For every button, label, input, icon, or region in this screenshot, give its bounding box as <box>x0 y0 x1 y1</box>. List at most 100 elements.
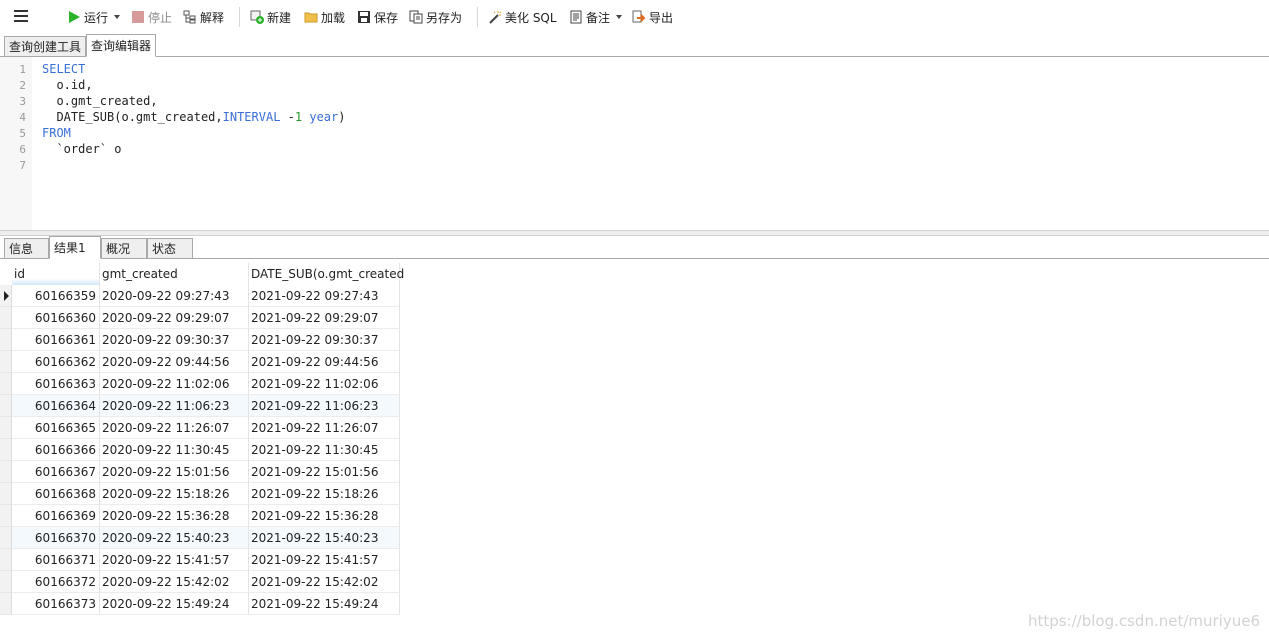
cell-gmt-created[interactable]: 2020-09-22 09:44:56 <box>100 351 249 373</box>
beautify-sql-button[interactable]: 美化 SQL <box>488 8 557 26</box>
row-header[interactable] <box>0 505 12 527</box>
run-dropdown-icon[interactable] <box>114 15 121 19</box>
toolbar-separator <box>239 7 240 27</box>
cell-gmt-created[interactable]: 2020-09-22 09:30:37 <box>100 329 249 351</box>
row-header[interactable] <box>0 439 12 461</box>
code-line: DATE_SUB(o.gmt_created,INTERVAL -1 year) <box>42 110 346 124</box>
tab-status[interactable]: 状态 <box>147 238 193 259</box>
line-number: 4 <box>19 111 26 124</box>
cell-date-sub[interactable]: 2021-09-22 15:41:57 <box>249 549 400 571</box>
row-header[interactable] <box>0 329 12 351</box>
cell-id[interactable]: 60166369 <box>12 505 100 527</box>
cell-id[interactable]: 60166368 <box>12 483 100 505</box>
cell-date-sub[interactable]: 2021-09-22 15:36:28 <box>249 505 400 527</box>
row-header[interactable] <box>0 285 12 307</box>
menu-icon[interactable] <box>14 10 28 22</box>
result-tab-bar: 信息 结果1 概况 状态 <box>0 235 1269 259</box>
cell-date-sub[interactable]: 2021-09-22 09:44:56 <box>249 351 400 373</box>
cell-gmt-created[interactable]: 2020-09-22 15:01:56 <box>100 461 249 483</box>
row-header[interactable] <box>0 549 12 571</box>
cell-gmt-created[interactable]: 2020-09-22 11:02:06 <box>100 373 249 395</box>
row-header[interactable] <box>0 571 12 593</box>
line-number: 7 <box>19 159 26 172</box>
row-header[interactable] <box>0 373 12 395</box>
cell-date-sub[interactable]: 2021-09-22 09:29:07 <box>249 307 400 329</box>
row-header[interactable] <box>0 395 12 417</box>
row-header[interactable] <box>0 527 12 549</box>
load-button[interactable]: 加载 <box>304 8 345 26</box>
explain-icon <box>183 10 197 24</box>
code-line: `order` o <box>42 142 122 156</box>
column-header-date-sub[interactable]: DATE_SUB(o.gmt_created <box>249 263 404 285</box>
cell-gmt-created[interactable]: 2020-09-22 15:36:28 <box>100 505 249 527</box>
tab-query-builder[interactable]: 查询创建工具 <box>4 36 87 57</box>
cell-date-sub[interactable]: 2021-09-22 11:26:07 <box>249 417 400 439</box>
cell-date-sub[interactable]: 2021-09-22 15:42:02 <box>249 571 400 593</box>
row-header[interactable] <box>0 351 12 373</box>
cell-id[interactable]: 60166366 <box>12 439 100 461</box>
line-number: 3 <box>19 95 26 108</box>
cell-id[interactable]: 60166372 <box>12 571 100 593</box>
cell-id[interactable]: 60166365 <box>12 417 100 439</box>
cell-gmt-created[interactable]: 2020-09-22 11:06:23 <box>100 395 249 417</box>
cell-id[interactable]: 60166367 <box>12 461 100 483</box>
cell-id[interactable]: 60166359 <box>12 285 100 307</box>
column-header-gmt-created[interactable]: gmt_created <box>100 263 249 285</box>
cell-gmt-created[interactable]: 2020-09-22 15:49:24 <box>100 593 249 615</box>
cell-gmt-created[interactable]: 2020-09-22 15:42:02 <box>100 571 249 593</box>
cell-date-sub[interactable]: 2021-09-22 11:02:06 <box>249 373 400 395</box>
tab-query-editor[interactable]: 查询编辑器 <box>86 34 157 57</box>
row-header[interactable] <box>0 483 12 505</box>
cell-date-sub[interactable]: 2021-09-22 15:49:24 <box>249 593 400 615</box>
cell-id[interactable]: 60166363 <box>12 373 100 395</box>
cell-date-sub[interactable]: 2021-09-22 09:30:37 <box>249 329 400 351</box>
cell-gmt-created[interactable]: 2020-09-22 15:18:26 <box>100 483 249 505</box>
tab-result-1[interactable]: 结果1 <box>49 236 101 259</box>
cell-id[interactable]: 60166371 <box>12 549 100 571</box>
folder-icon <box>304 10 318 24</box>
tab-info[interactable]: 信息 <box>4 238 49 259</box>
cell-date-sub[interactable]: 2021-09-22 09:27:43 <box>249 285 400 307</box>
sql-editor[interactable]: 1 2 3 4 5 6 7 SELECT o.id, o.gmt_created… <box>0 57 1269 230</box>
code-line: FROM <box>42 126 71 140</box>
cell-id[interactable]: 60166362 <box>12 351 100 373</box>
cell-id[interactable]: 60166361 <box>12 329 100 351</box>
cell-date-sub[interactable]: 2021-09-22 15:18:26 <box>249 483 400 505</box>
row-header[interactable] <box>0 417 12 439</box>
note-dropdown-icon[interactable] <box>616 15 623 19</box>
cell-gmt-created[interactable]: 2020-09-22 11:30:45 <box>100 439 249 461</box>
cell-date-sub[interactable]: 2021-09-22 11:30:45 <box>249 439 400 461</box>
run-button[interactable]: 运行 <box>67 8 121 26</box>
cell-gmt-created[interactable]: 2020-09-22 15:41:57 <box>100 549 249 571</box>
cell-id[interactable]: 60166360 <box>12 307 100 329</box>
cell-id[interactable]: 60166364 <box>12 395 100 417</box>
cell-gmt-created[interactable]: 2020-09-22 15:40:23 <box>100 527 249 549</box>
stop-button[interactable]: 停止 <box>131 8 172 26</box>
watermark: https://blog.csdn.net/muriyue6 <box>1027 612 1260 630</box>
magic-wand-icon <box>488 10 502 24</box>
column-header-id[interactable]: id <box>12 263 100 285</box>
row-header[interactable] <box>0 307 12 329</box>
line-number: 1 <box>19 63 26 76</box>
cell-id[interactable]: 60166373 <box>12 593 100 615</box>
save-button[interactable]: 保存 <box>357 8 398 26</box>
explain-button[interactable]: 解释 <box>183 8 224 26</box>
cell-gmt-created[interactable]: 2020-09-22 09:29:07 <box>100 307 249 329</box>
code-line: o.gmt_created, <box>42 94 158 108</box>
cell-id[interactable]: 60166370 <box>12 527 100 549</box>
query-tab-bar: 查询创建工具 查询编辑器 <box>0 33 1269 57</box>
cell-date-sub[interactable]: 2021-09-22 15:40:23 <box>249 527 400 549</box>
cell-gmt-created[interactable]: 2020-09-22 11:26:07 <box>100 417 249 439</box>
new-query-button[interactable]: 新建 <box>250 8 291 26</box>
note-button[interactable]: 备注 <box>569 8 623 26</box>
cell-date-sub[interactable]: 2021-09-22 11:06:23 <box>249 395 400 417</box>
line-number-gutter: 1 2 3 4 5 6 7 <box>0 57 32 230</box>
save-as-icon <box>409 10 423 24</box>
save-as-button[interactable]: 另存为 <box>409 8 462 26</box>
row-header[interactable] <box>0 461 12 483</box>
row-header[interactable] <box>0 593 12 615</box>
export-button[interactable]: 导出 <box>632 8 673 26</box>
cell-date-sub[interactable]: 2021-09-22 15:01:56 <box>249 461 400 483</box>
cell-gmt-created[interactable]: 2020-09-22 09:27:43 <box>100 285 249 307</box>
tab-profile[interactable]: 概况 <box>101 238 147 259</box>
